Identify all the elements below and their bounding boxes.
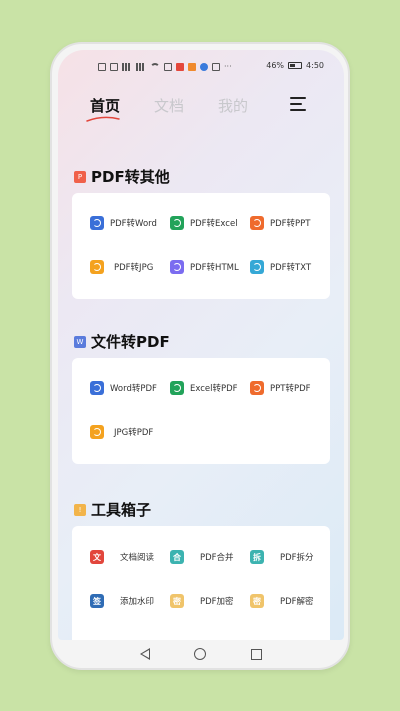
- tool-pdf-to-html[interactable]: PDF转HTML: [170, 260, 239, 274]
- active-tab-underline: [86, 116, 120, 122]
- app-notification-icon: [176, 63, 184, 71]
- bluetooth-icon: [110, 63, 118, 71]
- tool-label: PDF转TXT: [270, 263, 312, 273]
- tool-label: PDF转PPT: [270, 219, 311, 229]
- unlock-icon: 密: [250, 594, 264, 608]
- home-icon[interactable]: [194, 648, 207, 660]
- recent-apps-icon[interactable]: [250, 648, 262, 660]
- tool-label: PDF转Excel: [190, 219, 238, 229]
- tool-label: PDF合并: [200, 553, 234, 563]
- merge-icon: 合: [170, 550, 184, 564]
- tab-documents[interactable]: 文档: [154, 95, 184, 116]
- tool-label: Excel转PDF: [190, 384, 238, 394]
- convert-icon: [170, 216, 184, 230]
- tool-label: PDF转JPG: [114, 263, 154, 273]
- section-title-text: 文件转PDF: [91, 333, 170, 351]
- section-toolbox-title: ! 工具箱子: [74, 499, 151, 520]
- tool-pdf-encrypt[interactable]: 密 PDF加密: [170, 594, 234, 608]
- section-title-text: 工具箱子: [91, 501, 152, 519]
- convert-icon: [90, 425, 104, 439]
- tool-ppt-to-pdf[interactable]: PPT转PDF: [250, 381, 311, 395]
- section-badge-icon: P: [74, 170, 86, 183]
- tool-pdf-to-jpg[interactable]: PDF转JPG: [90, 260, 153, 274]
- lock-icon: 密: [170, 594, 184, 608]
- section-badge-icon: !: [74, 503, 86, 516]
- tool-jpg-to-pdf[interactable]: JPG转PDF: [90, 425, 153, 439]
- back-icon[interactable]: [140, 648, 151, 660]
- tool-label: PDF转HTML: [190, 263, 239, 273]
- convert-icon: [170, 260, 184, 274]
- section-file-to-pdf-title: W 文件转PDF: [74, 331, 170, 352]
- tool-pdf-to-excel[interactable]: PDF转Excel: [170, 216, 238, 230]
- tool-pdf-decrypt[interactable]: 密 PDF解密: [250, 594, 314, 608]
- tool-label: 添加水印: [120, 597, 155, 607]
- tool-pdf-to-ppt[interactable]: PDF转PPT: [250, 216, 311, 230]
- convert-icon: [250, 260, 264, 274]
- mail-icon: [212, 63, 220, 71]
- tool-label: PDF拆分: [280, 553, 314, 563]
- signal-2-icon: [136, 63, 146, 71]
- convert-icon: [250, 381, 264, 395]
- tool-label: PDF转Word: [110, 219, 157, 229]
- nfc-icon: [98, 63, 106, 71]
- watermark-icon: 签: [90, 594, 104, 608]
- system-nav-bar: [58, 640, 344, 668]
- status-bar: ··· 46% 4:50: [58, 50, 344, 78]
- tool-label: PPT转PDF: [270, 384, 311, 394]
- notification-icon: [164, 63, 172, 71]
- tool-word-to-pdf[interactable]: Word转PDF: [90, 381, 157, 395]
- convert-icon: [90, 216, 104, 230]
- tool-label: JPG转PDF: [114, 428, 154, 438]
- tab-home[interactable]: 首页: [90, 95, 120, 116]
- tool-document-reader[interactable]: 文 文档阅读: [90, 550, 154, 564]
- browser-notification-icon: [200, 63, 208, 71]
- signal-icon: [122, 63, 132, 71]
- top-tabs: 首页 文档 我的: [58, 92, 344, 122]
- toolbox-card: 文 文档阅读 合 PDF合并 拆 PDF拆分 签 添加水印 密 PDF加密 密 …: [72, 526, 330, 640]
- battery-percent: 46%: [266, 61, 285, 70]
- tab-mine[interactable]: 我的: [218, 95, 248, 116]
- status-icons-left: ···: [98, 63, 232, 71]
- app-screen: ··· 46% 4:50 首页 文档 我的 P PDF转其他 PDF转Word …: [58, 50, 344, 640]
- convert-icon: [250, 216, 264, 230]
- read-icon: 文: [90, 550, 104, 564]
- pdf-to-other-card: PDF转Word PDF转Excel PDF转PPT PDF转JPG PDF转H…: [72, 193, 330, 299]
- status-icons-right: 46% 4:50: [266, 61, 324, 70]
- battery-icon: [288, 62, 303, 69]
- section-pdf-to-other-title: P PDF转其他: [74, 166, 170, 187]
- tool-label: Word转PDF: [110, 384, 157, 394]
- menu-icon[interactable]: [290, 97, 306, 111]
- tool-pdf-split[interactable]: 拆 PDF拆分: [250, 550, 314, 564]
- convert-icon: [90, 260, 104, 274]
- wifi-icon: [150, 63, 160, 71]
- section-title-text: PDF转其他: [91, 168, 170, 186]
- tool-label: PDF加密: [200, 597, 234, 607]
- tool-label: PDF解密: [280, 597, 314, 607]
- video-notification-icon: [188, 63, 196, 71]
- tool-pdf-merge[interactable]: 合 PDF合并: [170, 550, 234, 564]
- section-badge-icon: W: [74, 335, 86, 348]
- file-to-pdf-card: Word转PDF Excel转PDF PPT转PDF JPG转PDF: [72, 358, 330, 464]
- more-notifications-icon: ···: [224, 62, 232, 71]
- phone-frame: ··· 46% 4:50 首页 文档 我的 P PDF转其他 PDF转Word …: [50, 42, 350, 670]
- tool-excel-to-pdf[interactable]: Excel转PDF: [170, 381, 238, 395]
- split-icon: 拆: [250, 550, 264, 564]
- tool-pdf-to-txt[interactable]: PDF转TXT: [250, 260, 311, 274]
- convert-icon: [170, 381, 184, 395]
- tool-pdf-to-word[interactable]: PDF转Word: [90, 216, 157, 230]
- clock: 4:50: [306, 61, 324, 70]
- tool-add-watermark[interactable]: 签 添加水印: [90, 594, 154, 608]
- convert-icon: [90, 381, 104, 395]
- tool-label: 文档阅读: [120, 553, 155, 563]
